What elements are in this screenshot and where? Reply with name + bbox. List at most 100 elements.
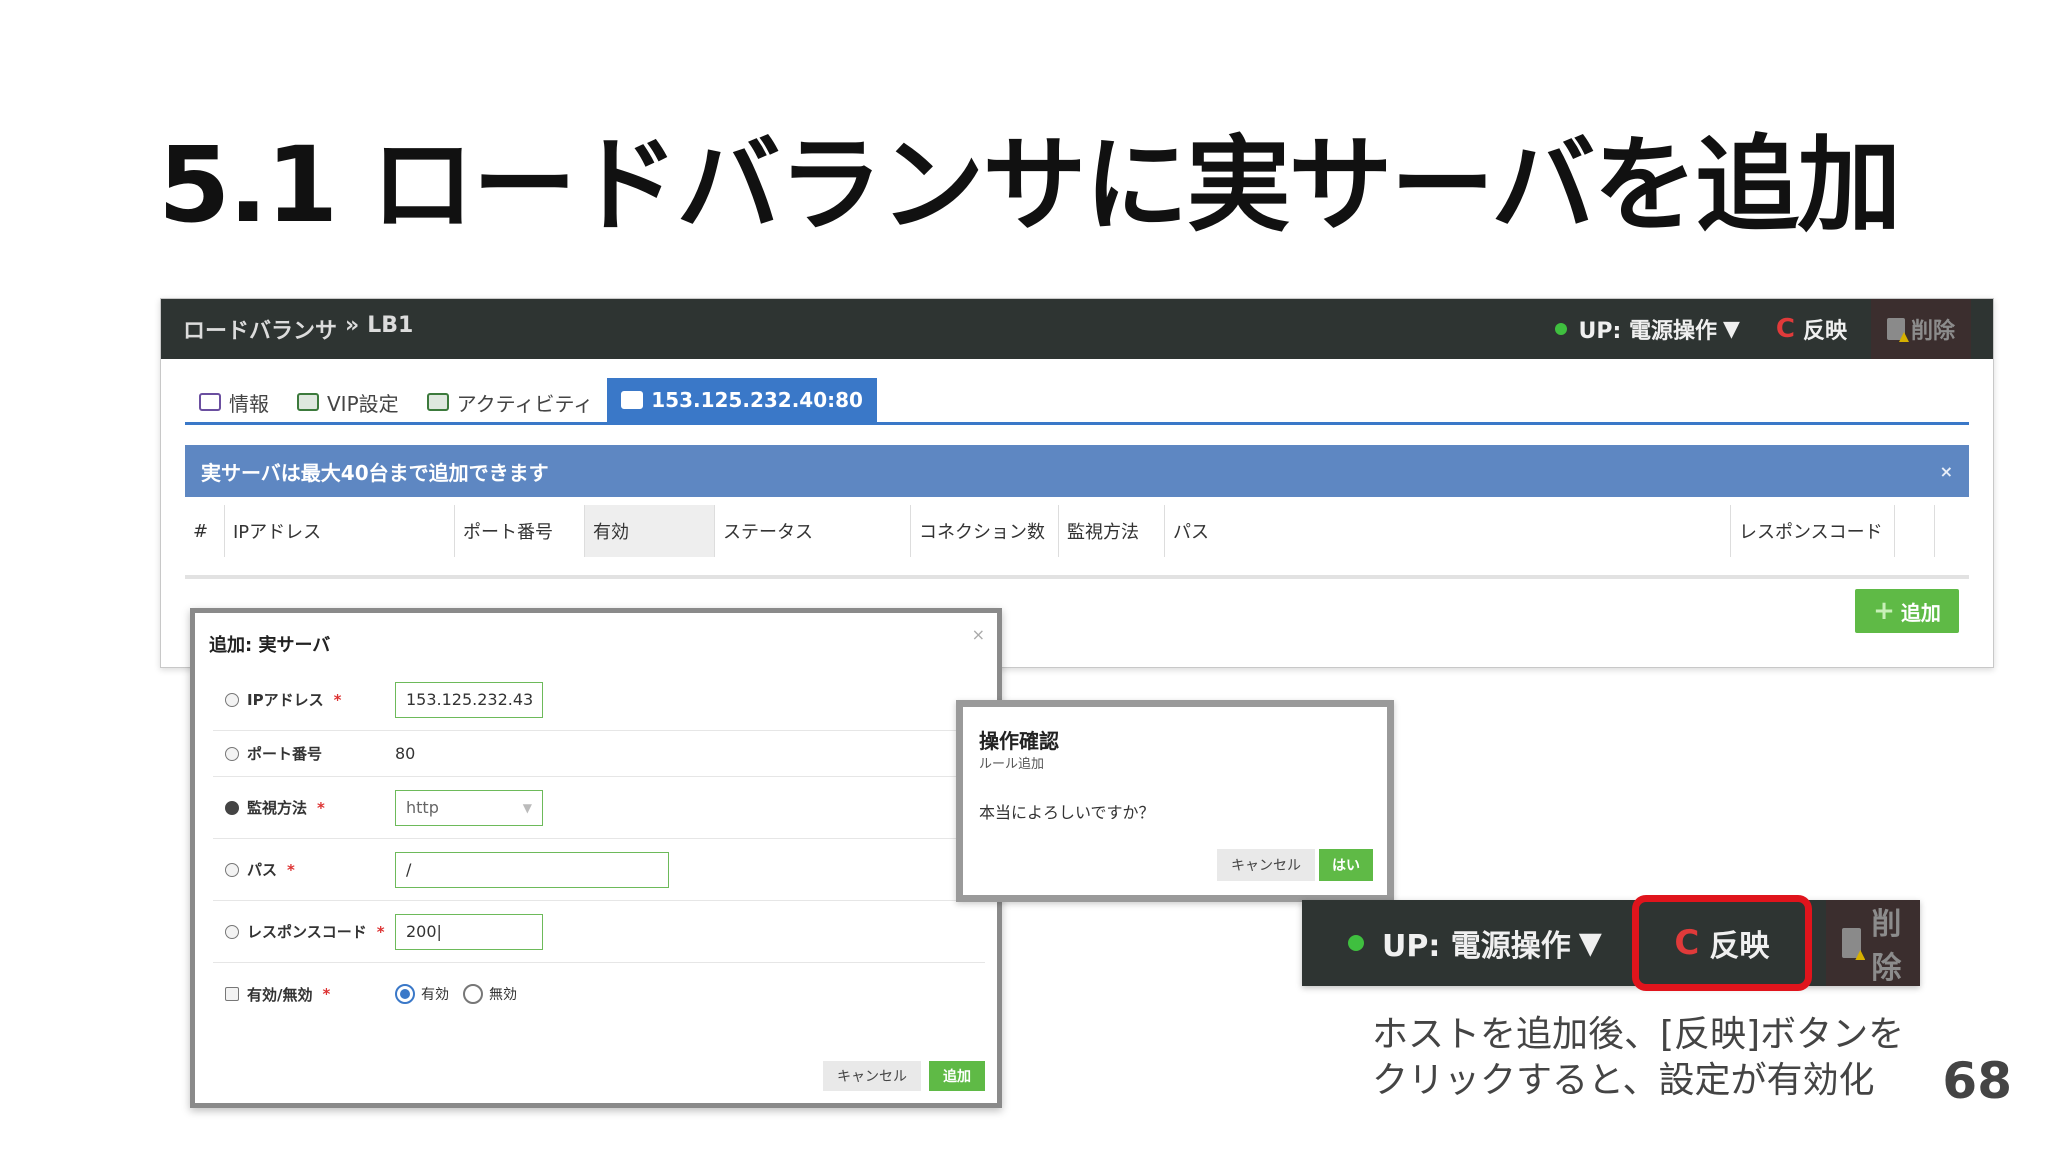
- instruction-note: ホストを追加後、[反映]ボタンを クリックすると、設定が有効化: [1372, 1012, 1904, 1104]
- power-menu-button[interactable]: UP: 電源操作 ▼: [1579, 313, 1740, 345]
- form-row-method: 監視方法 * http ▼: [213, 777, 985, 839]
- enable-radio[interactable]: [395, 984, 415, 1004]
- panel-header: ロードバランサ » LB1 UP: 電源操作 ▼ C 反映 削除: [161, 299, 1993, 359]
- response-code-label: レスポンスコード *: [213, 921, 395, 942]
- method-label: 監視方法 *: [213, 797, 395, 818]
- column-header[interactable]: レスポンスコード: [1731, 505, 1895, 557]
- dialog-title: 追加: 実サーバ: [209, 635, 331, 656]
- column-header[interactable]: パス: [1165, 505, 1731, 557]
- zoom-power-label: UP: 電源操作: [1382, 929, 1571, 964]
- clock-icon: [225, 924, 239, 939]
- form-row-ip: IPアドレス * 153.125.232.43: [213, 669, 985, 731]
- info-alert: 実サーバは最大40台まで追加できます ×: [185, 445, 1969, 497]
- confirm-yes-button[interactable]: はい: [1319, 849, 1373, 881]
- close-icon[interactable]: ×: [1940, 462, 1953, 481]
- path-label: パス *: [213, 859, 395, 880]
- refresh-icon: C: [1775, 314, 1795, 344]
- flask-icon: [225, 692, 239, 707]
- enable-radio-label: 有効: [421, 987, 449, 1003]
- column-header[interactable]: 監視方法: [1059, 505, 1165, 557]
- tab-activity[interactable]: アクティビティ: [413, 382, 608, 422]
- confirm-cancel-button[interactable]: キャンセル: [1217, 849, 1315, 881]
- zoom-power-menu[interactable]: UP: 電源操作 ▼: [1382, 921, 1602, 965]
- tab-vip-settings[interactable]: VIP設定: [283, 382, 413, 422]
- port-value: 80: [395, 744, 416, 763]
- monitor-method-value: http: [406, 798, 439, 817]
- reflect-label: 反映: [1802, 319, 1847, 344]
- page-number: 68: [1942, 1052, 2012, 1110]
- response-code-input[interactable]: 200|: [395, 913, 543, 950]
- confirm-dialog: 操作確認 ルール追加 本当によろしいですか？ キャンセル はい: [956, 700, 1394, 902]
- form-row-response-code: レスポンスコード * 200|: [213, 901, 985, 963]
- delete-icon: [1886, 318, 1905, 340]
- monitor-method-select[interactable]: http ▼: [395, 789, 543, 826]
- plus-icon: +: [1873, 596, 1895, 626]
- close-icon[interactable]: ×: [972, 625, 985, 644]
- status-up-icon: [1554, 323, 1567, 335]
- form-row-path: パス * /: [213, 839, 985, 901]
- zoom-reflect-button-highlight[interactable]: C 反映: [1631, 895, 1812, 991]
- tab-bar: 情報 VIP設定 アクティビティ 153.125.232.40:80: [185, 378, 1969, 425]
- real-server-table-header: # IPアドレス ポート番号 有効 ステータス コネクション数 監視方法 パス …: [185, 505, 1969, 557]
- add-button-label: 追加: [1900, 600, 1941, 625]
- column-header[interactable]: コネクション数: [911, 505, 1059, 557]
- header-actions: UP: 電源操作 ▼ C 反映 削除: [1554, 299, 1971, 359]
- confirm-message: 本当によろしいですか？: [979, 803, 1155, 822]
- confirm-title: 操作確認: [979, 729, 1059, 753]
- tab-vip-label: VIP設定: [327, 391, 399, 416]
- toggle-icon: [225, 987, 239, 1001]
- disable-radio-label: 無効: [489, 987, 517, 1003]
- add-real-server-button[interactable]: + 追加: [1855, 589, 1959, 633]
- table-divider: [185, 575, 1969, 579]
- ip-label: IPアドレス *: [213, 689, 395, 710]
- server-icon: [621, 391, 644, 409]
- caret-down-icon: ▼: [1578, 925, 1602, 961]
- zoom-delete-button[interactable]: 削除: [1825, 900, 1920, 986]
- status-up-icon: [1348, 935, 1364, 951]
- enable-label: 有効/無効 *: [213, 984, 395, 1005]
- disable-radio[interactable]: [463, 984, 483, 1004]
- column-header[interactable]: #: [185, 505, 225, 557]
- caret-down-icon: ▼: [1722, 316, 1740, 342]
- tab-info[interactable]: 情報: [185, 382, 283, 422]
- zoom-delete-label: 削除: [1871, 907, 1902, 986]
- slide-title: 5.1 ロードバランサに実サーバを追加: [158, 124, 1901, 246]
- form-row-enable: 有効/無効 * 有効 無効: [213, 963, 985, 1025]
- monitor-method-icon: [225, 800, 239, 815]
- breadcrumb-separator: »: [345, 313, 360, 338]
- zoom-reflect-label: 反映: [1709, 929, 1770, 964]
- tab-activity-label: アクティビティ: [456, 391, 594, 416]
- tab-info-label: 情報: [229, 391, 269, 416]
- path-input[interactable]: /: [395, 851, 669, 888]
- column-header-empty: [1895, 505, 1935, 557]
- power-menu-label: UP: 電源操作: [1578, 319, 1717, 344]
- column-header[interactable]: IPアドレス: [225, 505, 455, 557]
- column-header[interactable]: 有効: [585, 505, 715, 557]
- delete-icon: [1841, 928, 1862, 958]
- note-line-2: クリックすると、設定が有効化: [1372, 1060, 1875, 1101]
- tab-vip-address-label: 153.125.232.40:80: [651, 388, 863, 412]
- add-real-server-dialog: 追加: 実サーバ × IPアドレス * 153.125.232.43 ポート番号 …: [190, 608, 1002, 1108]
- ip-address-input[interactable]: 153.125.232.43: [395, 681, 543, 718]
- monitor-icon: [297, 393, 319, 411]
- breadcrumb-root[interactable]: ロードバランサ: [183, 313, 337, 345]
- chevron-down-icon: ▼: [522, 800, 532, 815]
- reflect-button[interactable]: C 反映: [1776, 313, 1847, 345]
- delete-label: 削除: [1910, 319, 1955, 344]
- activity-icon: [426, 393, 449, 411]
- refresh-icon: C: [1674, 923, 1700, 963]
- port-label: ポート番号: [213, 743, 395, 764]
- form-row-port: ポート番号 80: [213, 731, 985, 777]
- clock-icon: [225, 862, 239, 877]
- confirm-subtitle: ルール追加: [979, 757, 1045, 772]
- tab-vip-address[interactable]: 153.125.232.40:80: [607, 378, 877, 422]
- column-header[interactable]: ポート番号: [455, 505, 585, 557]
- submit-add-button[interactable]: 追加: [929, 1061, 985, 1091]
- breadcrumb: ロードバランサ » LB1: [183, 313, 413, 345]
- info-icon: [199, 393, 221, 411]
- note-line-1: ホストを追加後、[反映]ボタンを: [1372, 1014, 1905, 1055]
- cancel-button[interactable]: キャンセル: [823, 1061, 921, 1091]
- delete-button[interactable]: 削除: [1870, 299, 1971, 359]
- column-header[interactable]: ステータス: [715, 505, 911, 557]
- breadcrumb-current: LB1: [367, 313, 414, 338]
